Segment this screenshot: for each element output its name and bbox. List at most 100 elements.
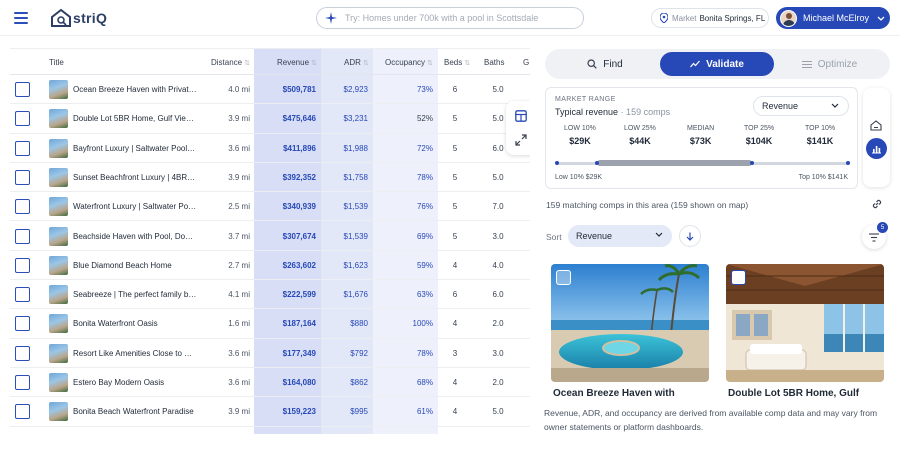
tab-validate[interactable]: Validate (660, 52, 774, 76)
revenue-cell: $411,896 (283, 143, 316, 153)
market-range-card: MARKET RANGE Typical revenue · 159 comps… (545, 87, 858, 189)
link-button[interactable] (865, 193, 889, 215)
comp-card-title[interactable]: Double Lot 5BR Home, Gulf (728, 388, 859, 399)
row-checkbox[interactable] (15, 199, 30, 215)
table-row[interactable]: Bonita Waterfront Oasis 1.6 mi $187,164 … (10, 309, 530, 339)
revenue-cell: $263,602 (282, 260, 316, 270)
beds-cell: 5 (452, 172, 458, 182)
baths-cell: 5.0 (492, 85, 504, 94)
table-row[interactable]: Beachside Haven with Pool, Dock… 3.7 mi … (10, 222, 530, 251)
beds-cell: 6 (452, 85, 458, 94)
mode-tabs: Find Validate Optimize (545, 49, 890, 79)
listing-title[interactable]: Sunset Beachfront Luxury | 4BR+… (73, 173, 197, 182)
user-menu-button[interactable]: Michael McElroy (776, 7, 890, 29)
column-header-occupancy[interactable]: Occupancy ⇅ (385, 58, 433, 67)
row-checkbox[interactable] (15, 257, 30, 273)
sort-direction-button[interactable] (679, 225, 701, 247)
listing-title[interactable]: Waterfront Luxury | Saltwater Po… (73, 202, 197, 211)
comp-card-title[interactable]: Ocean Breeze Haven with (553, 388, 675, 399)
row-checkbox[interactable] (15, 287, 30, 303)
listing-title[interactable]: Blue Diamond Beach Home (73, 261, 197, 270)
table-row[interactable]: Bayfront Luxury | Saltwater Pool, … 3.6 … (10, 134, 530, 163)
distance-cell: 3.9 mi (228, 172, 250, 182)
listing-title[interactable]: Estero Bay Modern Oasis (73, 378, 197, 387)
logo[interactable]: striQ (50, 8, 107, 28)
chart-toggle-button[interactable] (866, 138, 887, 159)
expand-icon[interactable] (515, 134, 527, 146)
column-header-revenue[interactable]: Revenue ⇅ (277, 58, 317, 67)
table-row[interactable]: Ocean Breeze Haven with Private… 4.0 mi … (10, 75, 530, 105)
metric-select[interactable]: Revenue (753, 96, 849, 116)
row-checkbox[interactable] (15, 111, 30, 127)
table-row[interactable]: Estero Bay Modern Oasis 3.6 mi $164,080 … (10, 368, 530, 398)
listing-thumbnail (49, 80, 68, 99)
occupancy-cell: 61% (416, 407, 433, 417)
range-high-label: Top 10% $141K (798, 174, 848, 181)
comp-card-checkbox[interactable] (731, 270, 746, 285)
revenue-cell: $340,939 (282, 202, 316, 212)
market-selector[interactable]: Market Bonita Springs, FL (651, 8, 769, 28)
range-marker (846, 161, 850, 165)
listing-thumbnail (49, 402, 68, 422)
column-header-title[interactable]: Title (49, 58, 64, 67)
tab-optimize[interactable]: Optimize (777, 52, 882, 76)
listing-title[interactable]: Bonita Waterfront Oasis (73, 319, 197, 328)
column-header-extra[interactable]: G (523, 58, 529, 67)
comp-card-checkbox[interactable] (556, 270, 571, 285)
row-checkbox[interactable] (15, 345, 30, 361)
beds-cell: 4 (452, 407, 458, 417)
listing-title[interactable]: Double Lot 5BR Home, Gulf View… (73, 114, 197, 123)
occupancy-cell: 73% (416, 85, 433, 94)
table-layout-icon[interactable] (515, 110, 527, 122)
comp-card[interactable]: Ocean Breeze Haven with (551, 264, 709, 404)
table-row[interactable]: Bonita Beach Waterfront Paradise 3.9 mi … (10, 397, 530, 427)
row-checkbox[interactable] (15, 228, 30, 244)
menu-icon[interactable] (14, 12, 28, 24)
listing-title[interactable]: Bonita Beach Waterfront Paradise (73, 407, 197, 416)
arrow-down-icon (686, 232, 694, 241)
distance-cell: 4.1 mi (228, 290, 250, 300)
tab-find[interactable]: Find (555, 52, 655, 76)
home-value-icon[interactable] (870, 120, 882, 131)
row-checkbox[interactable] (15, 404, 30, 420)
listing-thumbnail (49, 373, 68, 392)
search-bar[interactable] (316, 7, 584, 29)
comp-card[interactable]: Double Lot 5BR Home, Gulf (726, 264, 884, 404)
table-row[interactable]: Seabreeze | The perfect family b… 4.1 mi… (10, 280, 530, 310)
occupancy-cell: 76% (416, 202, 433, 212)
avatar (780, 9, 797, 27)
listing-title[interactable]: Seabreeze | The perfect family b… (73, 290, 197, 299)
listing-title[interactable]: Bayfront Luxury | Saltwater Pool, … (73, 144, 197, 153)
search-input[interactable] (345, 13, 565, 23)
column-header-baths[interactable]: Baths (484, 58, 504, 67)
row-checkbox[interactable] (15, 375, 30, 390)
listing-title[interactable]: Beachside Haven with Pool, Dock… (73, 232, 197, 241)
sort-select[interactable]: Revenue (568, 225, 672, 247)
data-disclaimer: Revenue, ADR, and occupancy are derived … (544, 404, 890, 438)
row-checkbox[interactable] (15, 82, 30, 97)
adr-cell: $862 (350, 378, 368, 387)
row-checkbox[interactable] (15, 140, 30, 156)
stat-top-25: TOP 25% $104K (744, 125, 775, 146)
baths-cell: 3.0 (492, 231, 504, 241)
table-row[interactable]: Blue Diamond Beach Home 2.7 mi $263,602 … (10, 251, 530, 281)
listing-thumbnail (49, 138, 68, 158)
listing-title[interactable]: Resort Like Amenities Close to Be… (73, 349, 197, 358)
column-header-distance[interactable]: Distance ⇅ (211, 58, 250, 67)
baths-cell: 5.0 (492, 172, 504, 182)
row-checkbox[interactable] (15, 169, 30, 185)
search-icon (587, 59, 597, 69)
table-row[interactable]: Resort Like Amenities Close to Be… 3.6 m… (10, 339, 530, 368)
column-header-adr[interactable]: ADR ⇅ (344, 58, 369, 67)
listing-title[interactable]: Ocean Breeze Haven with Private… (73, 85, 197, 94)
baths-cell: 6.0 (492, 290, 504, 300)
stat-top-10: TOP 10% $141K (805, 125, 836, 146)
column-header-beds[interactable]: Beds ⇅ (444, 58, 470, 67)
comps-count-text: 159 matching comps in this area (159 sho… (546, 200, 749, 210)
row-checkbox[interactable] (15, 316, 30, 332)
revenue-cell: $177,349 (282, 348, 316, 358)
table-row[interactable]: Double Lot 5BR Home, Gulf View… 3.9 mi $… (10, 104, 530, 134)
table-row[interactable]: Waterfront Luxury | Saltwater Po… 2.5 mi… (10, 192, 530, 222)
occupancy-cell: 100% (412, 319, 433, 329)
table-row[interactable]: Sunset Beachfront Luxury | 4BR+… 3.9 mi … (10, 163, 530, 193)
